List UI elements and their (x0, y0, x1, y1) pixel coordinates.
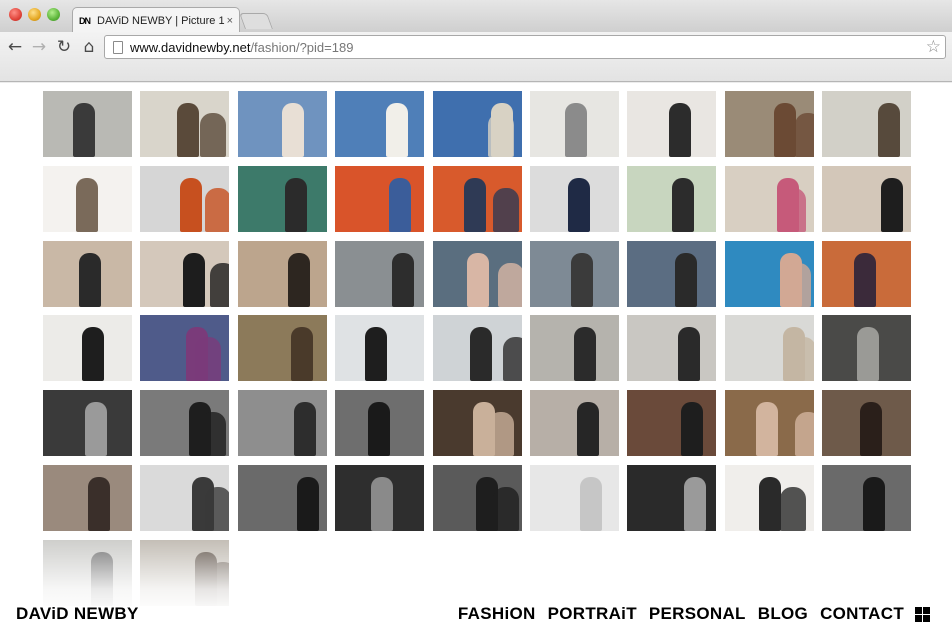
close-window-button[interactable] (9, 8, 22, 21)
thumbnail-28[interactable] (43, 315, 132, 381)
thumbnail-54[interactable] (822, 465, 911, 531)
thumbnail-30[interactable] (238, 315, 327, 381)
thumbnail-32[interactable] (433, 315, 522, 381)
thumbnail-10[interactable] (43, 166, 132, 232)
thumbnail-9[interactable] (822, 91, 911, 157)
thumbnail-47[interactable] (140, 465, 229, 531)
thumbnail-35[interactable] (725, 315, 814, 381)
window-titlebar: DN DAViD NEWBY | Picture 189 × (0, 0, 952, 33)
thumbnail-6[interactable] (530, 91, 619, 157)
url-path: /fashion/?pid=189 (250, 39, 354, 55)
thumbnail-22[interactable] (335, 241, 424, 307)
thumbnail-12[interactable] (238, 166, 327, 232)
thumbnail-52[interactable] (627, 465, 716, 531)
minimize-window-button[interactable] (28, 8, 41, 21)
thumbnail-46[interactable] (43, 465, 132, 531)
url-host: www.davidnewby.net (130, 39, 251, 55)
thumbnail-27[interactable] (822, 241, 911, 307)
page-icon (113, 40, 123, 54)
nav-portrait[interactable]: PORTRAiT (548, 604, 637, 624)
zoom-window-button[interactable] (47, 8, 60, 21)
thumbnail-4[interactable] (335, 91, 424, 157)
thumbnail-8[interactable] (725, 91, 814, 157)
nav-fashion[interactable]: FASHiON (458, 604, 536, 624)
thumbnail-51[interactable] (530, 465, 619, 531)
tab-close-icon[interactable]: × (227, 15, 233, 27)
nav-personal[interactable]: PERSONAL (649, 604, 746, 624)
thumbnail-41[interactable] (433, 390, 522, 456)
page-viewport: DAViD NEWBY FASHiON PORTRAiT PERSONAL BL… (0, 83, 952, 640)
dn-favicon-icon: DN (79, 15, 91, 26)
thumbnail-26[interactable] (725, 241, 814, 307)
thumbnail-17[interactable] (725, 166, 814, 232)
thumbnail-33[interactable] (530, 315, 619, 381)
thumbnail-29[interactable] (140, 315, 229, 381)
thumbnail-49[interactable] (335, 465, 424, 531)
thumbnail-37[interactable] (43, 390, 132, 456)
thumbnail-53[interactable] (725, 465, 814, 531)
address-bar[interactable]: www.davidnewby.net /fashion/?pid=189 ☆ (104, 35, 946, 59)
thumbnail-45[interactable] (822, 390, 911, 456)
grid-view-icon[interactable] (915, 607, 930, 622)
thumbnail-48[interactable] (238, 465, 327, 531)
thumbnail-5[interactable] (433, 91, 522, 157)
thumbnail-grid (43, 91, 913, 611)
main-nav: FASHiON PORTRAiT PERSONAL BLOG CONTACT (458, 604, 904, 624)
thumbnail-36[interactable] (822, 315, 911, 381)
browser-tab[interactable]: DN DAViD NEWBY | Picture 189 × (72, 7, 240, 33)
tab-title: DAViD NEWBY | Picture 189 (97, 14, 225, 27)
site-footer: DAViD NEWBY FASHiON PORTRAiT PERSONAL BL… (0, 596, 952, 640)
thumbnail-40[interactable] (335, 390, 424, 456)
thumbnail-20[interactable] (140, 241, 229, 307)
arrow-left-icon[interactable]: ← (4, 36, 26, 58)
thumbnail-38[interactable] (140, 390, 229, 456)
thumbnail-39[interactable] (238, 390, 327, 456)
thumbnail-34[interactable] (627, 315, 716, 381)
home-icon[interactable]: ⌂ (78, 36, 100, 58)
arrow-right-icon[interactable]: → (28, 36, 50, 58)
new-tab-button[interactable] (239, 13, 273, 29)
reload-icon[interactable]: ↻ (53, 36, 75, 58)
thumbnail-15[interactable] (530, 166, 619, 232)
thumbnail-7[interactable] (627, 91, 716, 157)
thumbnail-50[interactable] (433, 465, 522, 531)
thumbnail-31[interactable] (335, 315, 424, 381)
thumbnail-1[interactable] (43, 91, 132, 157)
thumbnail-23[interactable] (433, 241, 522, 307)
thumbnail-16[interactable] (627, 166, 716, 232)
thumbnail-3[interactable] (238, 91, 327, 157)
nav-contact[interactable]: CONTACT (820, 604, 904, 624)
thumbnail-44[interactable] (725, 390, 814, 456)
thumbnail-2[interactable] (140, 91, 229, 157)
thumbnail-43[interactable] (627, 390, 716, 456)
thumbnail-13[interactable] (335, 166, 424, 232)
thumbnail-21[interactable] (238, 241, 327, 307)
brand-logo-link[interactable]: DAViD NEWBY (16, 604, 139, 624)
browser-toolbar: ← → ↻ ⌂ www.davidnewby.net /fashion/?pid… (0, 32, 952, 82)
thumbnail-11[interactable] (140, 166, 229, 232)
thumbnail-19[interactable] (43, 241, 132, 307)
star-icon[interactable]: ☆ (926, 37, 941, 57)
thumbnail-24[interactable] (530, 241, 619, 307)
thumbnail-14[interactable] (433, 166, 522, 232)
thumbnail-25[interactable] (627, 241, 716, 307)
nav-blog[interactable]: BLOG (758, 604, 808, 624)
thumbnail-18[interactable] (822, 166, 911, 232)
thumbnail-42[interactable] (530, 390, 619, 456)
